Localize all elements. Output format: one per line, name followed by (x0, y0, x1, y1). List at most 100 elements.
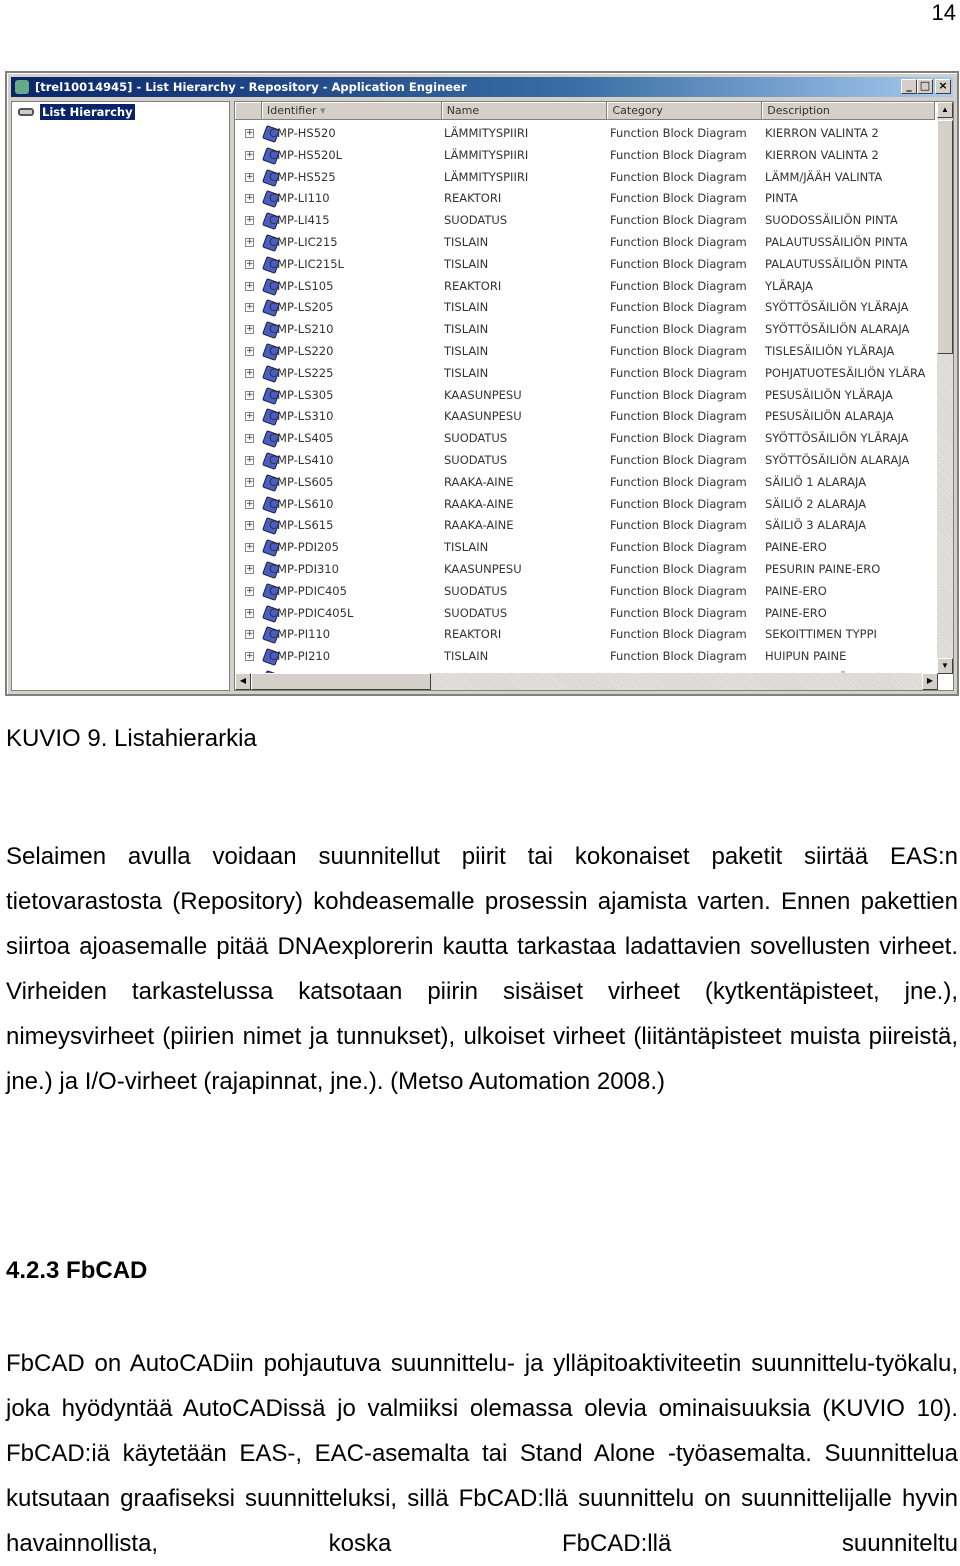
tree-item-list-hierarchy[interactable]: List Hierarchy (18, 104, 135, 120)
cell-identifier: CMP-LS615 (269, 518, 334, 533)
cell-name: LÄMMITYSPIIRI (444, 147, 529, 162)
cell-name: TISLAIN (444, 344, 489, 358)
expand-icon[interactable]: + (245, 652, 254, 662)
list-row[interactable]: + CMP-LS305 KAASUNPESU Function Block Diagr… (235, 385, 938, 407)
list-row[interactable]: + CMP-LI110 REAKTORI Function Block Diagram… (235, 188, 938, 210)
scroll-down-button[interactable]: ▼ (937, 658, 953, 674)
expand-icon[interactable]: + (245, 194, 254, 204)
horizontal-scrollbar[interactable]: ◀ ▶ (235, 673, 938, 690)
list-row[interactable]: + CMP-HS520 LÄMMITYSPIIRI Function Block Di… (235, 123, 938, 145)
expand-icon[interactable]: + (245, 586, 254, 596)
expand-icon[interactable]: + (245, 499, 254, 509)
cell-identifier: CMP-LIC215 (269, 235, 338, 249)
cell-identifier: CMP-PDI310 (269, 562, 339, 576)
column-header-description[interactable]: Description (762, 102, 935, 120)
expand-icon[interactable]: + (245, 129, 254, 138)
cell-description: LÄMM/JÄÄH VALINTA (765, 169, 883, 184)
list-row[interactable]: + CMP-LS225 TISLAIN Function Block Diagram P… (235, 363, 938, 385)
maximize-button[interactable]: □ (917, 79, 933, 94)
list-row[interactable]: + CMP-PI210 TISLAIN Function Block Diagram H… (235, 646, 938, 668)
cell-identifier: CMP-LI110 (269, 191, 330, 206)
cell-name: RAAKA-AINE (444, 518, 514, 533)
cell-category: Function Block Diagram (610, 278, 747, 293)
cell-identifier: CMP-PDIC405L (269, 605, 354, 620)
expand-icon[interactable]: + (245, 281, 254, 291)
expand-icon[interactable]: + (245, 608, 254, 618)
title-bar[interactable]: [trel10014945] - List Hierarchy - Reposi… (11, 77, 953, 97)
expand-icon[interactable]: + (245, 565, 254, 574)
scroll-left-button[interactable]: ◀ (235, 673, 251, 690)
expand-icon[interactable]: + (245, 172, 254, 182)
expand-icon[interactable]: + (245, 390, 254, 400)
horizontal-scroll-thumb[interactable] (251, 673, 431, 690)
cell-category: Function Block Diagram (610, 583, 747, 598)
list-row[interactable]: + CMP-LS310 KAASUNPESU Function Block Diagr… (235, 406, 938, 428)
list-row[interactable]: + CMP-LS610 RAAKA-AINE Function Block Diagr… (235, 494, 938, 516)
cell-description: SÄILIÖ 1 ALARAJA (765, 474, 867, 489)
column-header-identifier[interactable]: Identifier ▾ (261, 102, 442, 120)
list-row[interactable]: + CMP-HS525 LÄMMITYSPIIRI Function Block Di… (235, 167, 938, 189)
cell-description: PALAUTUSSÄILIÖN PINTA (765, 235, 908, 249)
expand-icon[interactable]: + (245, 543, 254, 553)
expand-icon[interactable]: + (245, 521, 254, 531)
expand-icon[interactable]: + (245, 477, 254, 487)
list-row[interactable]: + CMP-PDIC405L SUODATUS Function Block Diag… (235, 603, 938, 625)
cell-description: PAINE-ERO (765, 605, 827, 620)
list-row[interactable]: + CMP-LS405 SUODATUS Function Block Diagram… (235, 428, 938, 450)
cell-category: Function Block Diagram (610, 562, 747, 576)
close-button[interactable]: × (935, 79, 951, 94)
cell-identifier: CMP-LS220 (269, 344, 334, 358)
expand-icon[interactable]: + (245, 347, 254, 356)
section-heading: 4.2.3 FbCAD (6, 1257, 148, 1284)
header-label: Identifier (266, 104, 317, 117)
expand-icon[interactable]: + (245, 259, 254, 269)
minimize-button[interactable]: _ (901, 79, 917, 94)
header-spacer (235, 102, 262, 120)
list-row[interactable]: + CMP-LI415 SUODATUS Function Block Diagram… (235, 210, 938, 232)
column-header-name[interactable]: Name (441, 102, 608, 120)
cell-name: REAKTORI (444, 627, 502, 642)
list-row[interactable]: + CMP-LS410 SUODATUS Function Block Diagram… (235, 450, 938, 472)
list-row[interactable]: + CMP-LIC215 TISLAIN Function Block Diagram… (235, 232, 938, 254)
cell-description: PALAUTUSSÄILIÖN PINTA (765, 256, 908, 271)
cell-name: TISLAIN (444, 540, 489, 555)
expand-icon[interactable]: + (245, 630, 254, 640)
list-row[interactable]: + CMP-HS520L LÄMMITYSPIIRI Function Block D… (235, 145, 938, 167)
expand-icon[interactable]: + (245, 456, 254, 465)
expand-icon[interactable]: + (245, 238, 254, 247)
expand-icon[interactable]: + (245, 150, 254, 160)
list-row[interactable]: + CMP-PI110 REAKTORI Function Block Diagram… (235, 624, 938, 646)
expand-icon[interactable]: + (245, 216, 254, 226)
expand-icon[interactable]: + (245, 303, 254, 313)
column-header-category[interactable]: Category (607, 102, 763, 120)
list-row[interactable]: + CMP-LS220 TISLAIN Function Block Diagram T… (235, 341, 938, 363)
list-row[interactable]: + CMP-LS615 RAAKA-AINE Function Block Diagr… (235, 515, 938, 537)
cell-name: SUODATUS (444, 453, 508, 467)
cell-description: SUODOSSÄILIÖN PINTA (765, 213, 898, 228)
list-row[interactable]: + CMP-LS105 REAKTORI Function Block Diagram… (235, 276, 938, 298)
cell-category: Function Block Diagram (610, 322, 747, 337)
cell-description: TISLESÄILIÖN YLÄRAJA (765, 344, 895, 358)
scroll-up-button[interactable]: ▲ (937, 102, 953, 118)
expand-icon[interactable]: + (245, 325, 254, 335)
list-row[interactable]: + CMP-LS605 RAAKA-AINE Function Block Diagr… (235, 472, 938, 494)
vertical-scroll-thumb[interactable] (937, 120, 953, 354)
cell-description: SÄILIÖ 3 ALARAJA (765, 518, 867, 533)
body-paragraph: FbCAD on AutoCADiin pohjautuva suunnitte… (6, 1350, 958, 1557)
list-row[interactable]: + CMP-PDI310 KAASUNPESU Function Block Diag… (235, 559, 938, 581)
window-title: [trel10014945] - List Hierarchy - Reposi… (35, 80, 467, 94)
expand-icon[interactable]: + (245, 368, 254, 378)
cell-category: Function Block Diagram (610, 235, 747, 249)
list-row[interactable]: + CMP-LS210 TISLAIN Function Block Diagram S… (235, 319, 938, 341)
scroll-right-button[interactable]: ▶ (922, 673, 938, 690)
list-row[interactable]: + CMP-LIC215L TISLAIN Function Block Diagra… (235, 254, 938, 276)
list-row[interactable]: + CMP-LS205 TISLAIN Function Block Diagram S… (235, 297, 938, 319)
expand-icon[interactable]: + (245, 412, 254, 422)
list-row[interactable]: + CMP-PDI205 TISLAIN Function Block Diagram… (235, 537, 938, 559)
cell-name: TISLAIN (444, 256, 489, 271)
list-row[interactable]: + CMP-PDIC405 SUODATUS Function Block Diagr… (235, 581, 938, 603)
vertical-scrollbar[interactable]: ▲ ▼ (937, 102, 953, 674)
cell-description: KIERRON VALINTA 2 (765, 126, 879, 140)
cell-description: SÄILIÖ 2 ALARAJA (765, 496, 867, 511)
expand-icon[interactable]: + (245, 434, 254, 444)
